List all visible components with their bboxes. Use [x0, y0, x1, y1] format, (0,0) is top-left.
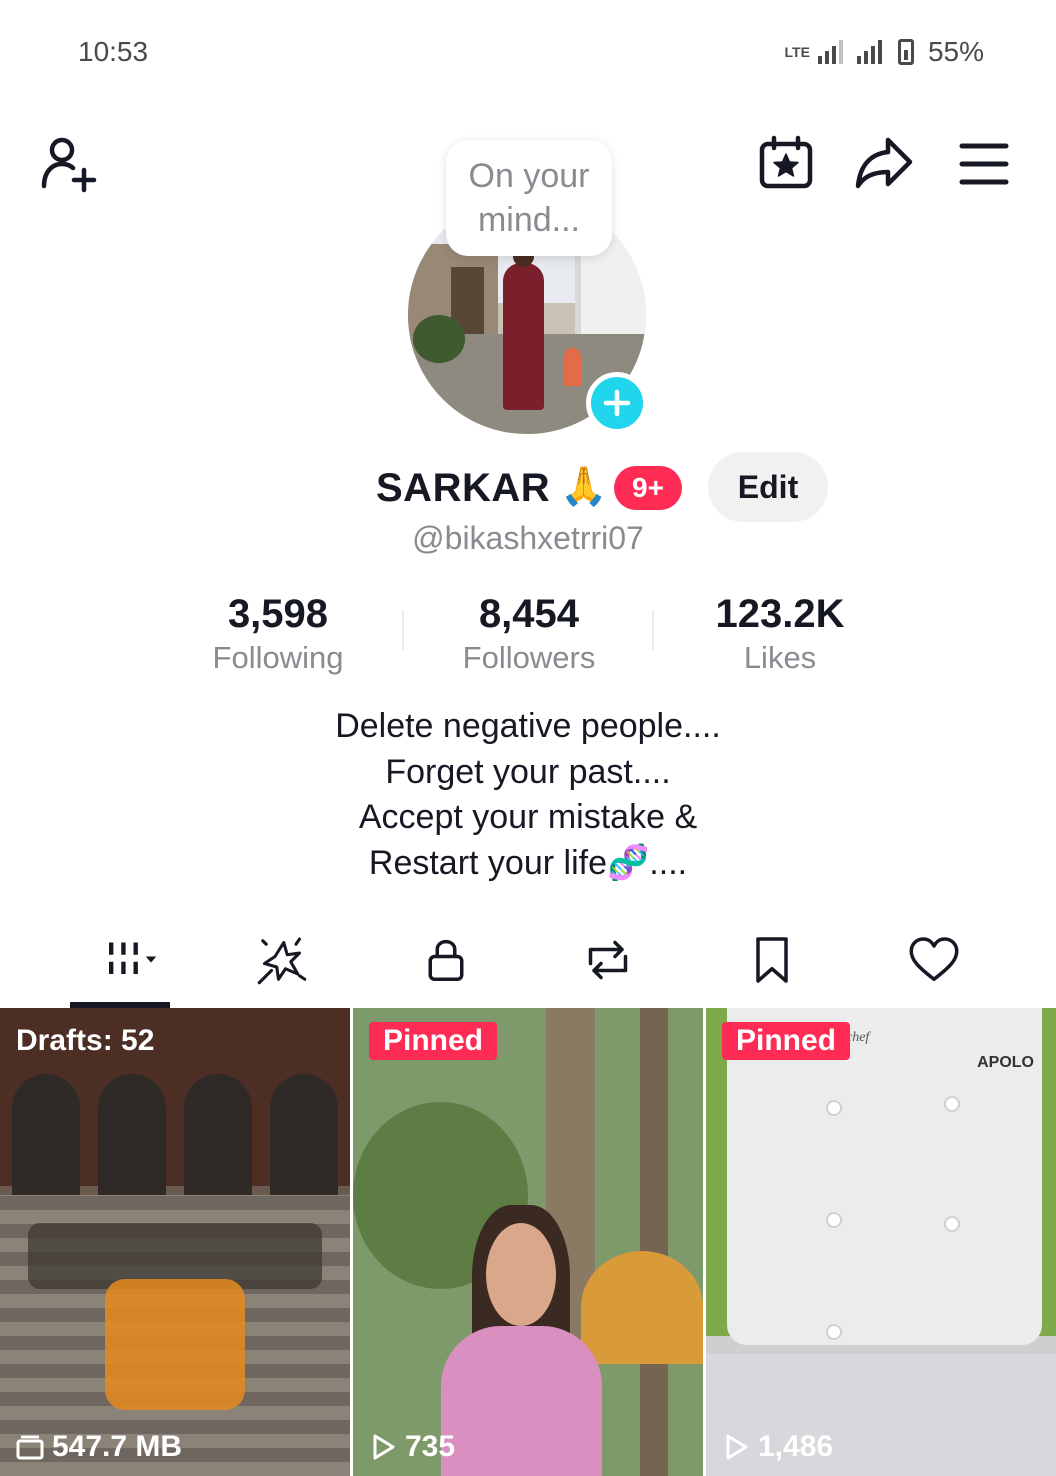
bio: Delete negative people.... Forget your p… [0, 704, 1056, 886]
tab-saved[interactable] [712, 920, 832, 1000]
stat-divider [402, 610, 404, 650]
status-bar: 10:53 LTE 55% [0, 0, 1056, 100]
menu-icon[interactable] [952, 132, 1016, 196]
drafts-size: 547.7 MB [16, 1430, 182, 1464]
tab-liked[interactable] [874, 920, 994, 1000]
play-icon [373, 1434, 395, 1460]
status-time: 10:53 [78, 36, 149, 67]
bookmark-icon [756, 937, 788, 983]
tab-videos[interactable] [70, 920, 190, 1000]
view-count: 1,486 [722, 1430, 833, 1464]
bio-line: Restart your life🧬.... [368, 843, 688, 882]
notification-badge[interactable]: 9+ [614, 466, 682, 510]
repost-icon [588, 940, 628, 980]
view-count-value: 1,486 [758, 1430, 834, 1463]
stat-divider [652, 610, 654, 650]
network-type: LTE [784, 44, 810, 60]
status-indicators: LTE 55% [785, 36, 984, 68]
folded-hands-emoji: 🙏 [560, 464, 608, 508]
tab-private[interactable] [386, 920, 506, 1000]
calendar-star-icon[interactable] [754, 132, 818, 196]
add-story-button[interactable] [586, 372, 648, 434]
following-label: Following [212, 640, 344, 675]
note-bubble[interactable]: On your mind... [446, 140, 612, 256]
followers-stat[interactable]: 8,454 Followers [409, 590, 649, 678]
bio-line: Accept your mistake & [358, 798, 698, 836]
following-stat[interactable]: 3,598 Following [158, 590, 398, 678]
pinned-badge: Pinned [722, 1022, 851, 1060]
likes-count: 123.2K [715, 592, 845, 636]
signal-icon [817, 40, 843, 64]
heart-icon [909, 937, 959, 981]
followers-count: 8,454 [478, 592, 580, 636]
edit-profile-button[interactable]: Edit [708, 452, 828, 522]
likes-label: Likes [743, 640, 817, 675]
username: @bikashxetrri07 [412, 520, 644, 556]
profile-stats: 3,598 Following 8,454 Followers 123.2K L… [0, 590, 1056, 680]
view-count: 735 [369, 1430, 455, 1464]
content-tabs [0, 920, 1056, 1008]
battery-percent: 55% [927, 36, 984, 67]
likes-stat[interactable]: 123.2K Likes [660, 590, 900, 678]
grid-icon [109, 942, 157, 974]
video-grid: Drafts: 52 547.7 MB Pinned 735 chef APOL… [0, 1008, 1056, 1476]
sparkle-icon [257, 937, 307, 985]
lock-icon [428, 939, 464, 981]
video-thumbnail-drafts[interactable]: Drafts: 52 547.7 MB [0, 1008, 350, 1476]
battery-icon [897, 39, 914, 65]
followers-label: Followers [462, 640, 596, 675]
video-thumbnail-pinned-1[interactable]: Pinned 735 [353, 1008, 703, 1476]
following-count: 3,598 [227, 592, 329, 636]
bio-line: Forget your past.... [385, 752, 671, 791]
apolo-logo-text: APOLO [977, 1054, 1034, 1071]
signal-icon-2 [856, 40, 882, 64]
add-friend-icon[interactable] [36, 132, 100, 196]
folder-icon [16, 1435, 44, 1460]
video-thumbnail-pinned-2[interactable]: chef APOLO Pinned 1,486 [706, 1008, 1056, 1476]
tab-reposts[interactable] [548, 920, 668, 1000]
drafts-size-value: 547.7 MB [52, 1430, 183, 1463]
drafts-label: Drafts: 52 [16, 1024, 155, 1057]
view-count-value: 735 [405, 1430, 456, 1463]
play-icon [726, 1434, 748, 1460]
profile-name-row: SARKAR 🙏 9+ Edit [0, 452, 1056, 524]
tab-sparkle[interactable] [222, 920, 342, 1000]
display-name: SARKAR [376, 466, 551, 510]
share-icon[interactable] [852, 132, 916, 196]
bio-line: Delete negative people.... [335, 707, 721, 745]
pinned-badge: Pinned [369, 1022, 498, 1060]
